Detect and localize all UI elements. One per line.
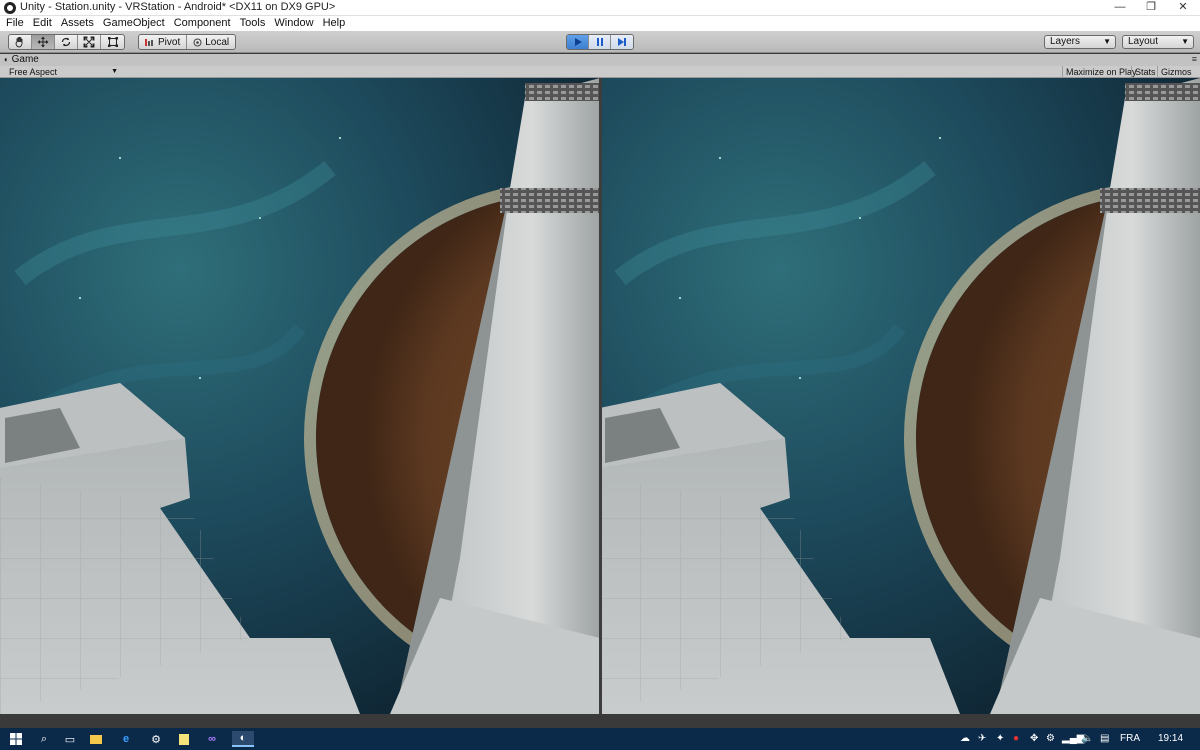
- rect-transform-icon: [107, 37, 118, 47]
- aspect-dropdown[interactable]: Free Aspect ▼: [6, 66, 121, 78]
- tray-network-drive-icon[interactable]: ✦: [996, 732, 1004, 746]
- notifications-icon[interactable]: ▤: [1100, 732, 1109, 746]
- play-icon: [574, 38, 582, 46]
- restore-button[interactable]: ❐: [1134, 0, 1168, 16]
- pause-button[interactable]: [589, 35, 611, 49]
- game-view-viewport[interactable]: [0, 78, 1200, 714]
- panel-menu-icon[interactable]: ≡: [1192, 54, 1197, 64]
- minimize-button[interactable]: —: [1103, 0, 1137, 16]
- hand-tool-button[interactable]: [9, 35, 32, 49]
- step-icon: [618, 38, 626, 46]
- game-tab-label: ◐ Game: [4, 54, 39, 66]
- chevron-down-icon: ▼: [1103, 37, 1111, 46]
- input-language[interactable]: FRA: [1120, 732, 1140, 746]
- layers-label: Layers: [1050, 36, 1081, 47]
- file-explorer-icon[interactable]: [88, 731, 104, 747]
- menu-help[interactable]: Help: [317, 16, 346, 30]
- internet-explorer-icon[interactable]: e: [118, 731, 134, 747]
- windows-taskbar: ⌕ ▭ e ⚙ ∞ ◐ ☁ ✈ ✦ ● ✥ ⚙ ▂▄▆ 🔈 ▤ FRA 19:1…: [0, 728, 1200, 750]
- step-button[interactable]: [611, 35, 633, 49]
- pivot-label: Pivot: [158, 36, 181, 48]
- game-panel-tab[interactable]: ◐ Game ≡: [0, 54, 1200, 66]
- unity-logo-icon: [4, 2, 16, 14]
- menu-file[interactable]: File: [0, 16, 24, 30]
- move-tool-button[interactable]: [32, 35, 55, 49]
- menu-component[interactable]: Component: [168, 16, 231, 30]
- scale-tool-button[interactable]: [78, 35, 101, 49]
- play-button[interactable]: [567, 35, 589, 49]
- pivot-toggle[interactable]: Pivot: [139, 35, 188, 49]
- scale-icon: [83, 36, 95, 48]
- game-view-toolbar: Free Aspect ▼ Maximize on Play Stats Giz…: [0, 66, 1200, 89]
- tray-steam-icon[interactable]: ⚙: [1046, 732, 1055, 746]
- local-gizmo-icon: [193, 38, 202, 46]
- chevron-down-icon: ▼: [1181, 37, 1189, 46]
- pivot-local-group: Pivot Local: [138, 34, 237, 50]
- rect-tool-button[interactable]: [101, 35, 124, 49]
- move-arrows-icon: [37, 36, 49, 48]
- layout-dropdown[interactable]: Layout ▼: [1122, 35, 1194, 49]
- notes-icon[interactable]: [176, 731, 192, 747]
- game-tab-title: Game: [11, 54, 39, 65]
- maximize-on-play-toggle[interactable]: Maximize on Play: [1062, 66, 1140, 78]
- menu-edit[interactable]: Edit: [27, 16, 52, 30]
- cloud-icon[interactable]: ☁: [960, 732, 970, 746]
- aspect-label: Free Aspect: [9, 67, 58, 77]
- clock-time[interactable]: 19:14: [1158, 732, 1183, 746]
- close-button[interactable]: ✕: [1166, 0, 1200, 16]
- windows-logo-icon: [10, 733, 22, 745]
- stereo-render: [0, 78, 1200, 714]
- layers-dropdown[interactable]: Layers ▼: [1044, 35, 1116, 49]
- search-icon[interactable]: ⌕: [36, 731, 52, 747]
- stats-toggle[interactable]: Stats: [1131, 66, 1159, 78]
- local-toggle[interactable]: Local: [187, 35, 235, 49]
- gizmos-label: Gizmos: [1161, 67, 1192, 77]
- tray-record-icon[interactable]: ●: [1013, 732, 1019, 746]
- pivot-icon: [145, 38, 153, 46]
- title-bar: Unity - Station.unity - VRStation - Andr…: [0, 0, 1200, 16]
- unity-taskbar-icon[interactable]: ◐: [232, 731, 254, 747]
- visual-studio-icon[interactable]: ∞: [204, 731, 220, 747]
- menu-bar: File Edit Assets GameObject Component To…: [0, 16, 1200, 31]
- steam-icon[interactable]: ⚙: [148, 731, 164, 747]
- window-title: Unity - Station.unity - VRStation - Andr…: [20, 1, 336, 13]
- tray-security-icon[interactable]: ✥: [1030, 732, 1038, 746]
- menu-gameobject[interactable]: GameObject: [97, 16, 165, 30]
- main-toolbar: Pivot Local Layers ▼ Layout ▼: [0, 31, 1200, 53]
- windows-start-icon[interactable]: [8, 731, 24, 747]
- game-controller-icon: ◐: [4, 55, 9, 64]
- local-label: Local: [205, 36, 230, 48]
- rotate-tool-button[interactable]: [55, 35, 78, 49]
- menu-assets[interactable]: Assets: [55, 16, 94, 30]
- menu-window[interactable]: Window: [268, 16, 313, 30]
- transform-tools: [8, 34, 125, 50]
- menu-tools[interactable]: Tools: [234, 16, 266, 30]
- task-view-icon[interactable]: ▭: [62, 731, 78, 747]
- rotate-icon: [61, 37, 71, 47]
- hand-icon: [15, 37, 23, 48]
- pause-icon: [596, 38, 603, 46]
- playback-controls: [566, 34, 634, 50]
- gizmos-dropdown[interactable]: Gizmos ▼: [1157, 66, 1200, 89]
- volume-icon[interactable]: 🔈: [1081, 732, 1093, 746]
- tray-app-icon[interactable]: ✈: [978, 732, 986, 746]
- layout-label: Layout: [1128, 36, 1159, 47]
- chevron-down-icon: ▼: [111, 68, 118, 75]
